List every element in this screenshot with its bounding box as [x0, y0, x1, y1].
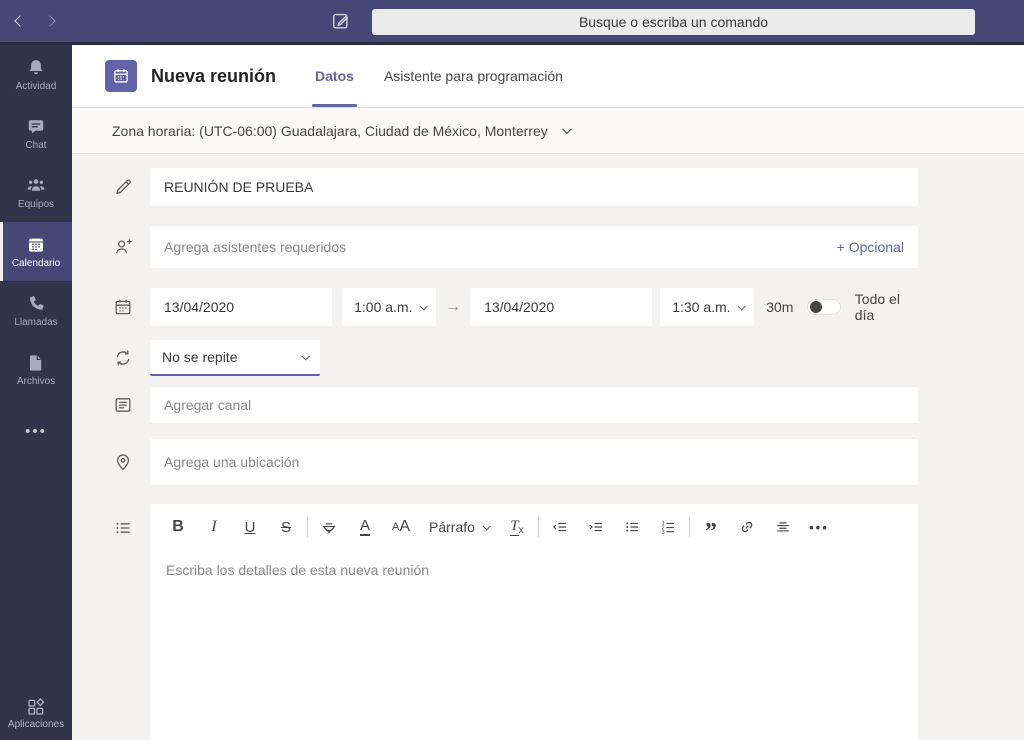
description-editor: B I U S A A A Párrafo T x 1 2 3 ” ••• Es…: [150, 504, 918, 740]
outdent-icon[interactable]: [548, 513, 572, 541]
bell-icon: [26, 58, 46, 78]
sidebar-item-llamadas[interactable]: Llamadas: [0, 281, 72, 340]
details-list-icon: [72, 504, 150, 740]
sidebar-item-aplicaciones[interactable]: Aplicaciones: [0, 697, 72, 730]
meeting-form: REUNIÓN DE PRUEBA Agrega asistentes requ…: [72, 154, 1024, 740]
recurrence-select[interactable]: No se repite: [150, 340, 320, 376]
repeat-icon: [72, 340, 150, 376]
chevron-down-icon: [482, 522, 491, 531]
chevron-down-icon: [419, 302, 429, 311]
top-bar: Busque o escriba un comando: [0, 0, 1024, 45]
meeting-calendar-icon: [105, 60, 137, 92]
sidebar-item-chat[interactable]: Chat: [0, 104, 72, 163]
bold-icon[interactable]: B: [166, 513, 190, 541]
add-optional-attendees-button[interactable]: + Opcional: [837, 239, 904, 255]
quote-icon[interactable]: ”: [699, 513, 723, 545]
formatting-toolbar: B I U S A A A Párrafo T x 1 2 3 ” •••: [150, 504, 918, 550]
start-time-select[interactable]: 1:00 a.m.: [342, 288, 437, 326]
sidebar-item-label: Archivos: [16, 375, 56, 387]
description-input[interactable]: Escriba los detalles de esta nueva reuni…: [150, 550, 918, 590]
people-icon: [26, 176, 46, 196]
meeting-header: Nueva reunión Datos Asistente para progr…: [72, 45, 1024, 108]
pencil-icon: [72, 168, 150, 206]
sidebar-item-archivos[interactable]: Archivos: [0, 340, 72, 399]
sidebar-item-label: Aplicaciones: [7, 719, 65, 730]
channel-icon: [72, 387, 150, 423]
channel-placeholder: Agregar canal: [164, 397, 252, 413]
paragraph-style-select[interactable]: Párrafo: [429, 513, 491, 541]
description-placeholder: Escriba los detalles de esta nueva reuni…: [166, 562, 430, 578]
calendar-small-icon: [72, 288, 150, 326]
location-placeholder: Agrega una ubicación: [164, 454, 300, 470]
duration-label: 30m: [766, 299, 794, 315]
chevron-down-icon: [737, 302, 747, 311]
attendees-input[interactable]: Agrega asistentes requeridos + Opcional: [150, 226, 918, 268]
command-search-input[interactable]: Busque o escriba un comando: [372, 9, 975, 35]
new-chat-icon[interactable]: [331, 11, 351, 31]
bulleted-list-icon[interactable]: [620, 513, 644, 541]
phone-icon: [26, 294, 46, 314]
sidebar-item-equipos[interactable]: Equipos: [0, 163, 72, 222]
meeting-title-input[interactable]: REUNIÓN DE PRUEBA: [150, 168, 918, 206]
calendar-icon: [26, 235, 46, 255]
header-tabs: Datos Asistente para programación: [300, 45, 578, 107]
indent-icon[interactable]: [584, 513, 608, 541]
attendees-placeholder: Agrega asistentes requeridos: [164, 239, 347, 255]
sidebar-item-actividad[interactable]: Actividad: [0, 45, 72, 104]
document-icon: [26, 353, 46, 373]
arrow-right-icon: →: [445, 298, 462, 315]
person-add-icon: [72, 226, 150, 268]
chevron-down-icon: [561, 124, 572, 135]
timezone-selector[interactable]: Zona horaria: (UTC-06:00) Guadalajara, C…: [72, 108, 1024, 154]
sidebar-item-label: Actividad: [15, 80, 57, 92]
font-size-icon[interactable]: AA: [389, 513, 413, 541]
underline-icon[interactable]: U: [238, 513, 262, 541]
end-date-picker[interactable]: 13/04/2020: [470, 288, 653, 326]
strikethrough-icon[interactable]: S: [274, 513, 298, 541]
channel-input[interactable]: Agregar canal: [150, 387, 918, 423]
timezone-label: Zona horaria: (UTC-06:00) Guadalajara, C…: [112, 122, 548, 139]
all-day-label: Todo el día: [854, 291, 900, 323]
location-pin-icon: [72, 439, 150, 485]
numbered-list-icon[interactable]: 1 2 3: [656, 513, 680, 541]
link-icon[interactable]: [735, 513, 759, 541]
start-date-picker[interactable]: 13/04/2020: [150, 288, 333, 326]
font-color-icon[interactable]: A: [353, 513, 377, 541]
sidebar-item-label: Llamadas: [14, 316, 58, 328]
more-formatting-icon[interactable]: •••: [807, 513, 831, 541]
tab-datos[interactable]: Datos: [300, 45, 369, 107]
italic-icon[interactable]: I: [202, 513, 226, 541]
tab-asistente-programacion[interactable]: Asistente para programación: [369, 45, 578, 107]
forward-icon[interactable]: [44, 15, 56, 27]
sidebar-item-label: Calendario: [11, 257, 61, 269]
page-title: Nueva reunión: [151, 65, 277, 86]
toggle-knob: [810, 301, 823, 313]
meeting-title-value: REUNIÓN DE PRUEBA: [164, 179, 314, 195]
more-apps-icon[interactable]: •••: [0, 423, 72, 440]
horizontal-rule-icon[interactable]: [771, 513, 795, 541]
toolbar-divider: [688, 517, 690, 537]
apps-grid-icon: [26, 697, 46, 717]
chat-bubble-icon: [26, 117, 46, 137]
svg-text:3: 3: [662, 530, 665, 536]
back-icon[interactable]: [14, 15, 26, 27]
sidebar-item-label: Equipos: [17, 198, 55, 210]
end-time-select[interactable]: 1:30 a.m.: [660, 288, 755, 326]
clear-formatting-icon[interactable]: Tx: [505, 513, 529, 541]
toolbar-divider: [537, 517, 539, 537]
chevron-down-icon: [301, 352, 310, 361]
location-input[interactable]: Agrega una ubicación: [150, 439, 918, 485]
search-placeholder: Busque o escriba un comando: [578, 14, 769, 30]
app-rail: Actividad Chat Equipos Calendario Llamad…: [0, 45, 72, 740]
sidebar-item-calendario[interactable]: Calendario: [0, 222, 72, 281]
sidebar-item-label: Chat: [25, 139, 47, 151]
all-day-toggle[interactable]: [807, 299, 841, 315]
highlighter-icon[interactable]: [317, 513, 341, 541]
toolbar-divider: [307, 517, 308, 537]
